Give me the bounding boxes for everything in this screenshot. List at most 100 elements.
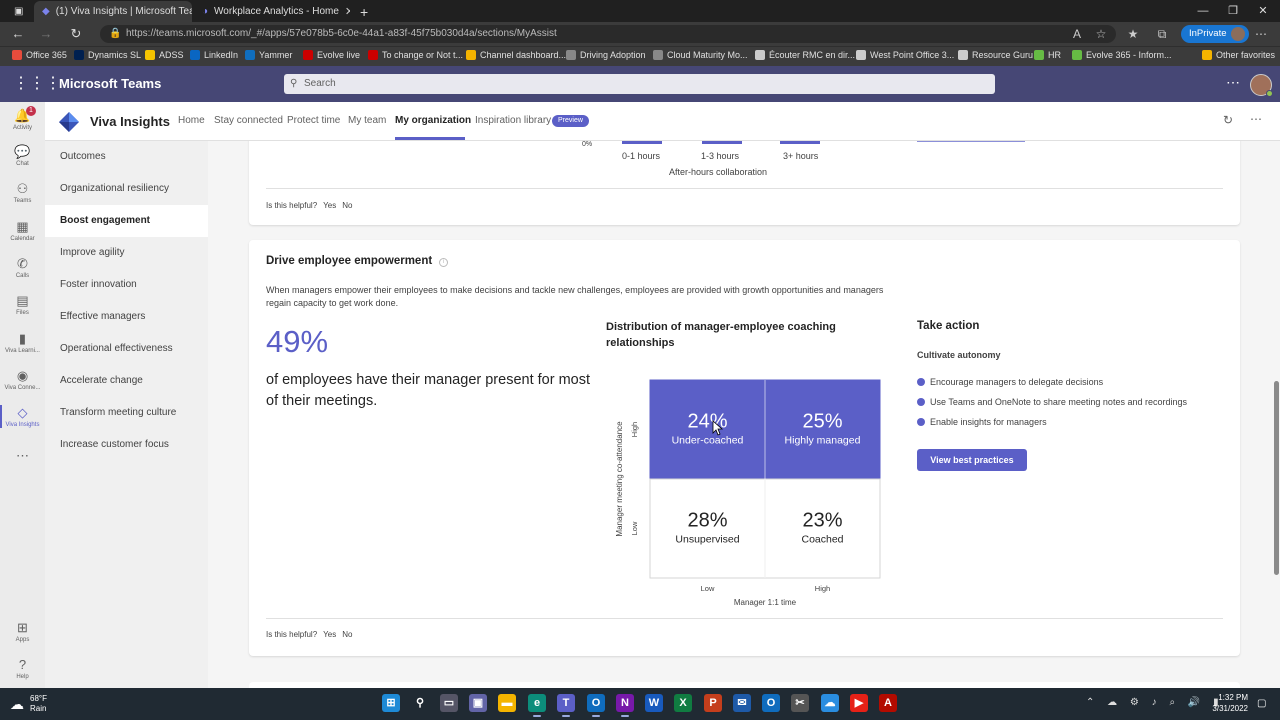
rail-item-activity[interactable]: 🔔 Activity 1: [0, 106, 45, 131]
edge-icon[interactable]: e: [528, 694, 546, 717]
sidenav-item-effective-managers[interactable]: Effective managers: [45, 301, 208, 333]
favorite-link[interactable]: Driving Adoption: [566, 50, 646, 60]
word-icon[interactable]: W: [645, 694, 663, 712]
app-launcher-icon[interactable]: ⋮⋮⋮: [13, 75, 61, 93]
favorite-link[interactable]: West Point Office 3...: [856, 50, 954, 60]
sidenav-item-foster-innovation[interactable]: Foster innovation: [45, 269, 208, 301]
favorite-link[interactable]: Channel dashboard...: [466, 50, 566, 60]
view-best-practices-button[interactable]: View best practices: [917, 449, 1027, 471]
favorite-link[interactable]: Yammer: [245, 50, 292, 60]
favorite-link[interactable]: LinkedIn: [190, 50, 238, 60]
favorite-link[interactable]: Resource Guru: [958, 50, 1033, 60]
tab-my-team[interactable]: My team: [348, 115, 386, 126]
helpful-no-link[interactable]: No: [342, 201, 352, 210]
task-view-icon[interactable]: ▭: [440, 694, 458, 712]
rail-item-calendar[interactable]: ▦ Calendar: [0, 219, 45, 242]
excel-icon[interactable]: X: [674, 694, 692, 712]
rail-item-apps[interactable]: ⊞ Apps: [0, 620, 45, 643]
rail-item-viva-insights[interactable]: ◇ Viva Insights: [0, 405, 45, 428]
favorite-link[interactable]: Office 365: [12, 50, 67, 60]
content-scrollbar[interactable]: [1272, 141, 1280, 688]
more-options-icon[interactable]: ⋯: [1226, 74, 1240, 91]
more-options-icon[interactable]: ⋯: [1250, 112, 1262, 126]
tab-stay-connected[interactable]: Stay connected: [214, 115, 283, 126]
close-icon[interactable]: ✕: [345, 5, 350, 18]
browser-tab-bar: ▣ ◆ (1) Viva Insights | Microsoft Team ✕…: [0, 0, 1280, 22]
sidenav-item-outcomes[interactable]: Outcomes: [45, 141, 208, 173]
minimize-icon[interactable]: —: [1188, 0, 1218, 22]
acrobat-icon[interactable]: A: [879, 694, 897, 712]
sidenav-item-organizational-resiliency[interactable]: Organizational resiliency: [45, 173, 208, 205]
favorite-link[interactable]: To change or Not t...: [368, 50, 463, 60]
tab-inspiration-library[interactable]: Inspiration library: [475, 115, 551, 126]
tab-actions-icon[interactable]: ▣: [6, 1, 26, 22]
close-window-icon[interactable]: ✕: [1248, 0, 1278, 22]
rail-item-calls[interactable]: ✆ Calls: [0, 256, 45, 279]
onedrive-icon[interactable]: ☁: [821, 694, 839, 712]
favorite-link[interactable]: Cloud Maturity Mo...: [653, 50, 748, 60]
onenote-icon[interactable]: N: [616, 694, 634, 717]
file-explorer-icon[interactable]: ▬: [498, 694, 516, 712]
favorite-link[interactable]: Other favorites: [1202, 50, 1275, 60]
rail-item-help[interactable]: ? Help: [0, 657, 45, 680]
favorite-link[interactable]: Écouter RMC en dir...: [755, 50, 855, 60]
rail-item-teams[interactable]: ⚇ Teams: [0, 181, 45, 204]
inprivate-badge[interactable]: InPrivate: [1181, 25, 1249, 43]
forward-icon[interactable]: →: [37, 25, 55, 43]
outlook-icon[interactable]: O: [587, 694, 605, 717]
browser-tab-viva-insights[interactable]: ◆ (1) Viva Insights | Microsoft Team ✕: [34, 1, 192, 22]
user-avatar[interactable]: [1250, 74, 1273, 97]
url-field[interactable]: 🔒 https://teams.microsoft.com/_#/apps/57…: [100, 25, 1116, 43]
new-tab-button[interactable]: +: [352, 1, 374, 22]
favicon-icon: [1072, 50, 1082, 60]
tab-my-organization[interactable]: My organization: [395, 115, 471, 126]
favorite-link[interactable]: Dynamics SL: [74, 50, 141, 60]
sidenav-item-increase-customer-focus[interactable]: Increase customer focus: [45, 429, 208, 461]
teams-chat-icon[interactable]: ▣: [469, 694, 487, 712]
start-icon[interactable]: ⊞: [382, 694, 400, 712]
sidenav-item-accelerate-change[interactable]: Accelerate change: [45, 365, 208, 397]
info-icon[interactable]: i: [439, 258, 448, 267]
tab-protect-time[interactable]: Protect time: [287, 115, 340, 126]
favorite-link[interactable]: HR: [1034, 50, 1061, 60]
rail-item-viva-conne[interactable]: ◉ Viva Conne...: [0, 368, 45, 391]
restore-icon[interactable]: ❐: [1218, 0, 1248, 22]
refresh-icon[interactable]: ↻: [1223, 113, 1233, 127]
clock[interactable]: 1:32 PM 3/31/2022: [1210, 692, 1248, 714]
read-aloud-icon[interactable]: A: [1068, 25, 1086, 43]
search-icon[interactable]: ⚲: [411, 694, 429, 712]
weather-widget[interactable]: ☁ 68°F Rain: [10, 694, 47, 714]
rail-item-files[interactable]: ▤ Files: [0, 293, 45, 316]
collections-icon[interactable]: ⧉: [1153, 25, 1171, 43]
rail-item-viva-learni[interactable]: ▮ Viva Learni...: [0, 331, 45, 354]
system-tray[interactable]: ⌃ ☁ ⚙ ♪ ⌕ 🔊 ▮: [1086, 697, 1224, 708]
favorites-icon[interactable]: ★: [1124, 25, 1142, 43]
back-icon[interactable]: ←: [9, 25, 27, 43]
tab-home[interactable]: Home: [178, 115, 205, 126]
browser-tab-workplace-analytics[interactable]: ◑ Workplace Analytics - Home ✕: [194, 1, 350, 22]
sidenav-item-improve-agility[interactable]: Improve agility: [45, 237, 208, 269]
favorite-link[interactable]: Evolve 365 - Inform...: [1072, 50, 1172, 60]
rail-item-chat[interactable]: 💬 Chat: [0, 144, 45, 167]
add-favorite-icon[interactable]: ☆: [1092, 25, 1110, 43]
more-apps-icon[interactable]: ⋯: [0, 448, 45, 464]
helpful-no-link[interactable]: No: [342, 630, 352, 639]
youtube-icon[interactable]: ▶: [850, 694, 868, 712]
settings-more-icon[interactable]: ⋯: [1252, 25, 1270, 43]
reload-icon[interactable]: ↻: [67, 25, 85, 43]
outlook-alt-icon[interactable]: O: [762, 694, 780, 712]
snipping-tool-icon[interactable]: ✂: [791, 694, 809, 712]
sidenav-item-transform-meeting-culture[interactable]: Transform meeting culture: [45, 397, 208, 429]
teams-icon[interactable]: T: [557, 694, 575, 717]
search-input[interactable]: ⚲ Search: [284, 74, 995, 94]
scrollbar-thumb[interactable]: [1274, 381, 1279, 575]
favorite-link[interactable]: ADSS: [145, 50, 184, 60]
helpful-yes-link[interactable]: Yes: [323, 201, 336, 210]
sidenav-item-operational-effectiveness[interactable]: Operational effectiveness: [45, 333, 208, 365]
powerpoint-icon[interactable]: P: [704, 694, 722, 712]
helpful-yes-link[interactable]: Yes: [323, 630, 336, 639]
favorite-link[interactable]: Evolve live: [303, 50, 360, 60]
notifications-icon[interactable]: ▢: [1257, 698, 1266, 709]
sidenav-item-boost-engagement[interactable]: Boost engagement: [45, 205, 208, 237]
mail-icon[interactable]: ✉: [733, 694, 751, 712]
